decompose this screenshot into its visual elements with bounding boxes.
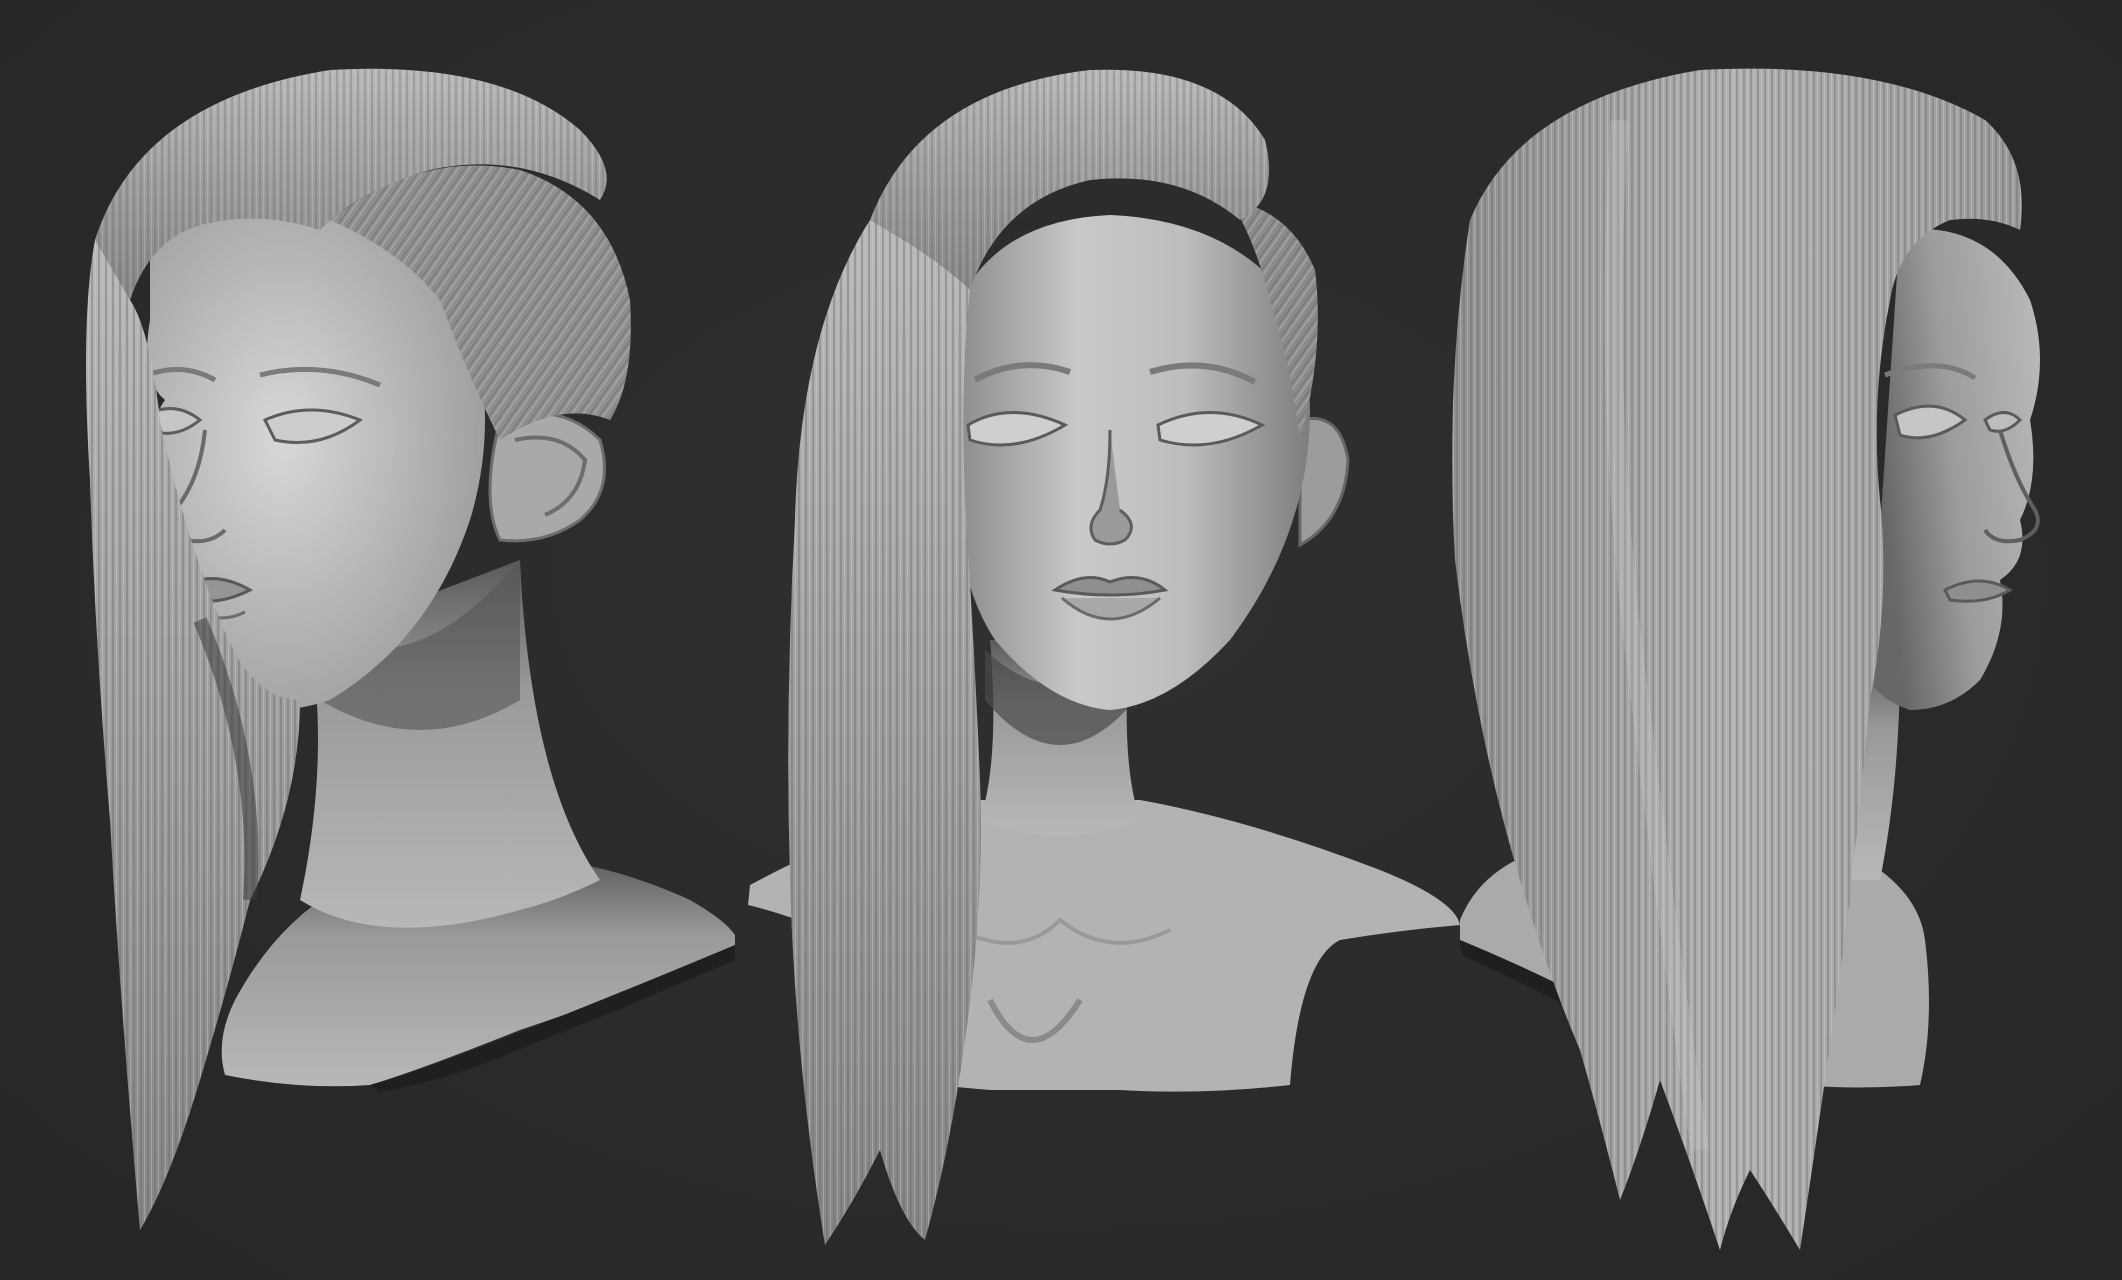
bust-front (748, 69, 1460, 1245)
face-front-view (953, 215, 1310, 710)
sculpt-render (86, 68, 2040, 1251)
bust-three-quarter-right (1452, 68, 2040, 1251)
viewport-canvas (0, 0, 2122, 1280)
bust-three-quarter-left (86, 68, 735, 1230)
